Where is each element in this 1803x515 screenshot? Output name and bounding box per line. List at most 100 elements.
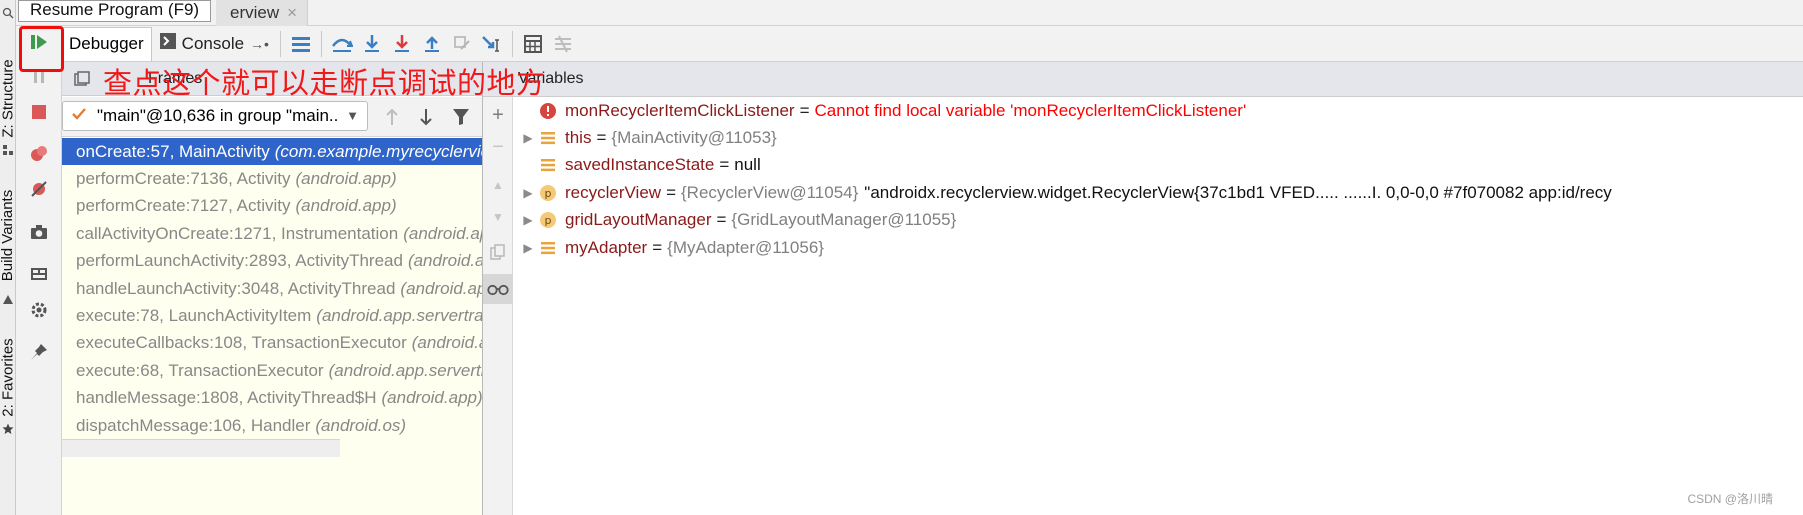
move-down-icon[interactable]: ▼ bbox=[488, 207, 508, 227]
expand-arrow-icon[interactable]: ▶ bbox=[517, 241, 539, 255]
next-frame-icon[interactable] bbox=[418, 107, 434, 132]
expand-arrow-icon[interactable]: ▶ bbox=[517, 186, 539, 200]
layout-icon[interactable] bbox=[28, 263, 50, 285]
variable-name: monRecyclerItemClickListener bbox=[565, 100, 795, 120]
frame-row[interactable]: execute:78, LaunchActivityItem (android.a… bbox=[62, 302, 482, 329]
evaluate-expression-icon[interactable] bbox=[518, 27, 548, 61]
tab-debugger[interactable]: Debugger bbox=[61, 26, 152, 61]
frame-row[interactable]: dispatchMessage:106, Handler (android.os) bbox=[62, 412, 482, 439]
frame-row[interactable]: executeCallbacks:108, TransactionExecuto… bbox=[62, 330, 482, 357]
pin-tab-icon[interactable]: →• bbox=[250, 36, 269, 52]
chevron-down-icon: ▼ bbox=[346, 108, 359, 123]
force-step-into-icon[interactable] bbox=[387, 27, 417, 61]
variable-name: savedInstanceState bbox=[565, 155, 715, 175]
frame-row[interactable]: execute:68, TransactionExecutor (android.… bbox=[62, 357, 482, 384]
step-into-icon[interactable] bbox=[357, 27, 387, 61]
variable-row[interactable]: ▶ myAdapter = {MyAdapter@11056} bbox=[513, 234, 1803, 261]
restore-layout-icon[interactable] bbox=[286, 27, 316, 61]
variable-row[interactable]: ▶ p recyclerView = {RecyclerView@11054} "andr… bbox=[513, 179, 1803, 206]
structure-tab[interactable]: Z: Structure bbox=[0, 52, 17, 144]
favorites-tab[interactable]: 2: Favorites bbox=[0, 332, 17, 422]
variable-value: {MyAdapter@11056} bbox=[667, 237, 824, 257]
field-icon bbox=[539, 129, 557, 147]
remove-watch-icon[interactable]: − bbox=[488, 136, 508, 158]
variables-toolbar: + − ▲ ▼ bbox=[483, 97, 513, 515]
build-variants-icon bbox=[2, 292, 14, 304]
console-icon bbox=[159, 33, 176, 54]
frame-package: (android.app) bbox=[381, 388, 482, 408]
search-icon[interactable] bbox=[2, 6, 14, 19]
frames-icon bbox=[74, 71, 90, 92]
stop-button[interactable] bbox=[28, 101, 50, 123]
param-icon: p bbox=[539, 184, 557, 202]
gear-icon[interactable] bbox=[28, 299, 50, 321]
trace-stream-icon[interactable] bbox=[548, 27, 578, 61]
frame-row[interactable]: onCreate:57, MainActivity (com.example.my… bbox=[62, 138, 482, 166]
variable-equals: = bbox=[596, 128, 607, 148]
frame-package: (android.app) bbox=[295, 169, 397, 189]
variable-name: recyclerView bbox=[565, 182, 662, 202]
step-over-icon[interactable] bbox=[327, 27, 357, 61]
frame-method: performCreate:7127, Activity bbox=[76, 196, 291, 216]
close-icon[interactable]: × bbox=[287, 3, 297, 23]
variable-row[interactable]: ▶ p gridLayoutManager = {GridLayoutManager@1… bbox=[513, 207, 1803, 234]
copy-icon[interactable] bbox=[488, 242, 508, 262]
pin-icon[interactable] bbox=[28, 341, 50, 363]
move-up-icon[interactable]: ▲ bbox=[488, 175, 508, 195]
frame-method: handleMessage:1808, ActivityThread$H bbox=[76, 388, 377, 408]
editor-tab-row: erview × bbox=[16, 0, 1803, 26]
drop-frame-icon[interactable] bbox=[447, 27, 477, 61]
variable-equals: = bbox=[716, 210, 727, 230]
variable-row[interactable]: monRecyclerItemClickListener = Cannot find… bbox=[513, 97, 1803, 124]
mute-breakpoints-button[interactable] bbox=[28, 178, 50, 200]
filter-icon[interactable] bbox=[451, 107, 471, 132]
frame-method: performCreate:7136, Activity bbox=[76, 169, 291, 189]
variable-value: null bbox=[734, 155, 761, 175]
debugger-toolbar: Debugger Console →• bbox=[61, 26, 1803, 62]
frame-row[interactable]: callActivityOnCreate:1271, Instrumentati… bbox=[62, 220, 482, 247]
frame-method: performLaunchActivity:2893, ActivityThre… bbox=[76, 251, 403, 271]
glasses-icon[interactable] bbox=[483, 274, 513, 304]
frame-row[interactable]: handleLaunchActivity:3048, ActivityThrea… bbox=[62, 275, 482, 302]
build-variants-tab[interactable]: Build Variants bbox=[0, 180, 17, 290]
expand-arrow-icon[interactable]: ▶ bbox=[517, 213, 539, 227]
toolbar-separator bbox=[320, 30, 322, 57]
variable-value: {MainActivity@11053} bbox=[611, 128, 777, 148]
field-icon bbox=[539, 239, 557, 257]
editor-tab-overview[interactable]: erview × bbox=[216, 0, 309, 26]
variable-tostring: "androidx.recyclerview.widget.RecyclerVi… bbox=[864, 182, 1612, 202]
frame-row[interactable]: performLaunchActivity:2893, ActivityThre… bbox=[62, 248, 482, 275]
thread-dropdown[interactable]: "main"@10,636 in group "main.. ▼ bbox=[62, 101, 368, 131]
run-to-cursor-icon[interactable] bbox=[477, 27, 507, 61]
frame-row-partial[interactable] bbox=[62, 439, 340, 458]
checkmark-icon bbox=[71, 106, 87, 127]
variable-value: {RecyclerView@11054} bbox=[681, 182, 859, 202]
add-watch-icon[interactable]: + bbox=[488, 104, 508, 126]
step-out-icon[interactable] bbox=[417, 27, 447, 61]
error-icon bbox=[539, 102, 557, 120]
variable-value: {GridLayoutManager@11055} bbox=[731, 210, 957, 230]
svg-text:p: p bbox=[545, 187, 552, 200]
tab-console[interactable]: Console →• bbox=[152, 27, 275, 61]
camera-icon[interactable] bbox=[28, 221, 50, 243]
variable-equals: = bbox=[652, 237, 663, 257]
frame-row[interactable]: performCreate:7127, Activity (android.app… bbox=[62, 193, 482, 220]
tool-window-strip: Z: Structure Build Variants 2: Favorites bbox=[0, 0, 17, 515]
frame-package: (android.app.servertran bbox=[316, 306, 482, 326]
frame-method: executeCallbacks:108, TransactionExecuto… bbox=[76, 333, 407, 353]
frame-row[interactable]: performCreate:7136, Activity (android.app… bbox=[62, 165, 482, 192]
annotation-text: 查点这个就可以走断点调试的地方 bbox=[103, 66, 546, 100]
expand-arrow-icon[interactable]: ▶ bbox=[517, 131, 539, 145]
toolbar-separator bbox=[511, 30, 513, 57]
view-breakpoints-button[interactable] bbox=[28, 143, 50, 165]
frame-row[interactable]: handleMessage:1808, ActivityThread$H (and… bbox=[62, 385, 482, 412]
param-icon: p bbox=[539, 211, 557, 229]
debug-action-column bbox=[16, 26, 62, 515]
variables-header: Variables bbox=[483, 62, 1803, 97]
variable-equals: = bbox=[666, 182, 676, 202]
frame-package: (android.ap bbox=[411, 333, 482, 353]
variable-row[interactable]: savedInstanceState = null bbox=[513, 152, 1803, 179]
star-icon bbox=[2, 422, 14, 434]
variable-row[interactable]: ▶ this = {MainActivity@11053} bbox=[513, 124, 1803, 151]
previous-frame-icon[interactable] bbox=[384, 107, 400, 132]
